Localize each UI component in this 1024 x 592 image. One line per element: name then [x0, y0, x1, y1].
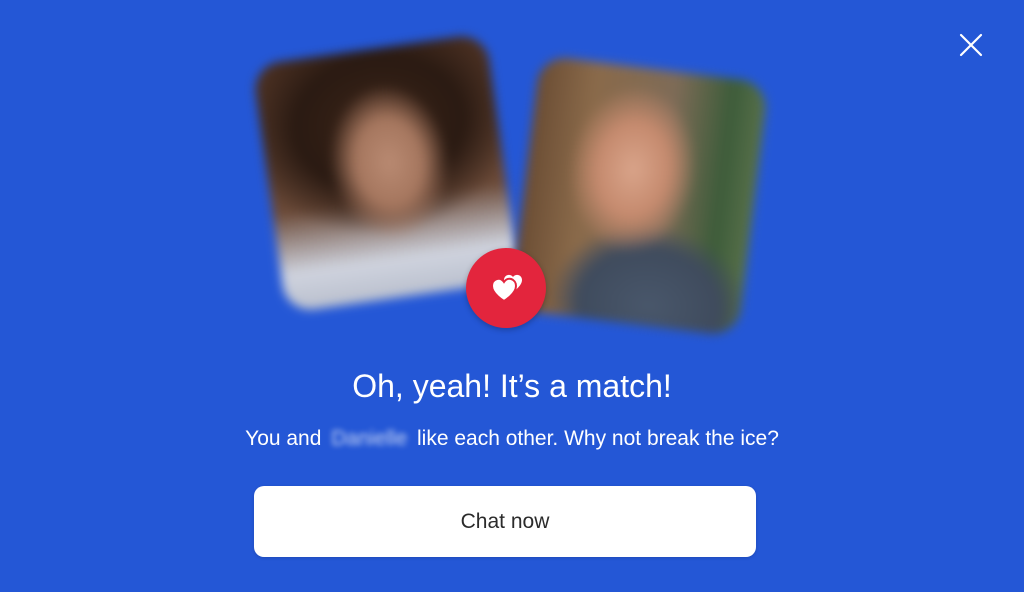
match-profile-photo — [509, 54, 769, 338]
hearts-icon — [490, 274, 522, 303]
close-button[interactable] — [952, 26, 990, 64]
chat-now-button[interactable]: Chat now — [254, 486, 756, 557]
match-subtitle: You and Danielle like each other. Why no… — [0, 424, 1024, 454]
subtitle-suffix: like each other. Why not break the ice? — [417, 427, 779, 450]
match-title: Oh, yeah! It’s a match! — [352, 368, 672, 404]
partner-name: Danielle — [331, 427, 408, 450]
close-icon — [959, 33, 983, 57]
match-badge — [466, 248, 546, 328]
subtitle-prefix: You and — [245, 427, 322, 450]
